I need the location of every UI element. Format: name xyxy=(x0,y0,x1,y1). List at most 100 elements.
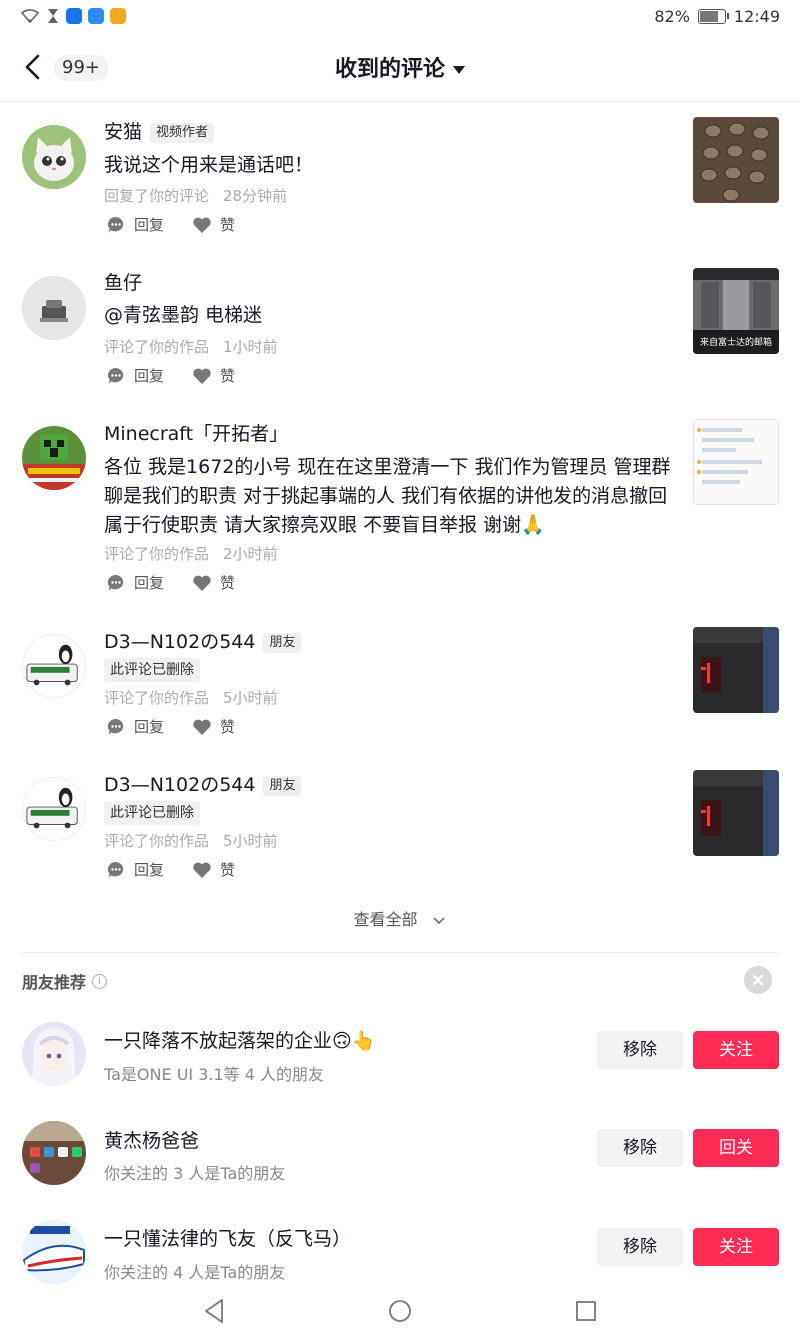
avatar[interactable] xyxy=(22,1220,86,1284)
device-avatar-icon xyxy=(22,276,86,340)
comment-time: 1小时前 xyxy=(223,338,278,356)
commenter-name[interactable]: 鱼仔 xyxy=(104,270,142,296)
nav-home-button[interactable] xyxy=(370,1290,430,1333)
video-thumbnail[interactable] xyxy=(693,770,779,856)
recommend-name[interactable]: 一只懂法律的飞友（反飞马） xyxy=(104,1224,351,1251)
recommend-name[interactable]: 一只降落不放起落架的企业🙃👆 xyxy=(104,1026,375,1053)
hourglass-icon xyxy=(48,9,58,23)
comment-time: 5小时前 xyxy=(223,832,278,850)
like-button[interactable]: 赞 xyxy=(192,716,235,737)
follow-back-button[interactable]: 回关 xyxy=(693,1129,779,1167)
recommend-header: 朋友推荐 i xyxy=(22,969,108,993)
title-dropdown[interactable]: 收到的评论 xyxy=(0,51,800,83)
remove-button[interactable]: 移除 xyxy=(597,1031,683,1069)
avatar[interactable] xyxy=(22,125,86,189)
comment-actions: 回复 赞 xyxy=(106,716,263,737)
commenter-name[interactable]: Minecraft「开拓者」 xyxy=(104,421,288,447)
nav-recents-button[interactable] xyxy=(556,1290,616,1333)
close-icon xyxy=(752,974,764,986)
chat-bubble-icon xyxy=(107,574,124,590)
floor-display-image xyxy=(693,627,779,713)
avatar[interactable] xyxy=(22,276,86,340)
commenter-name-text: Minecraft「开拓者」 xyxy=(104,423,289,445)
wifi-icon xyxy=(20,9,40,24)
reply-button[interactable]: 回复 xyxy=(106,365,164,386)
friend-tag: 朋友 xyxy=(263,633,302,653)
like-button[interactable]: 赞 xyxy=(192,365,235,386)
recommend-mutual: 你关注的 3 人是Ta的朋友 xyxy=(104,1164,286,1183)
game-app-icon xyxy=(110,8,126,24)
reply-button[interactable]: 回复 xyxy=(106,214,164,235)
avatar[interactable] xyxy=(22,634,86,698)
info-icon[interactable]: i xyxy=(92,973,108,989)
comment-meta: 评论了你的作品 1小时前 xyxy=(104,336,278,357)
thumbnail-caption: 来自富士达的邮箱 xyxy=(699,338,772,348)
app-notification-icon xyxy=(66,8,82,24)
caret-down-icon xyxy=(453,66,465,74)
anime-girl-avatar-icon xyxy=(22,1022,86,1086)
search-app-icon xyxy=(88,8,104,24)
like-label: 赞 xyxy=(220,574,236,592)
header: 99+ 收到的评论 xyxy=(0,34,800,100)
avatar[interactable] xyxy=(22,1022,86,1086)
like-button[interactable]: 赞 xyxy=(192,859,235,880)
follow-button[interactable]: 关注 xyxy=(693,1228,779,1266)
video-thumbnail[interactable] xyxy=(693,117,779,203)
homescreen-avatar-icon xyxy=(22,1121,86,1185)
comment-actions: 回复 赞 xyxy=(106,214,263,235)
like-label: 赞 xyxy=(220,861,236,879)
minecraft-avatar-icon xyxy=(22,426,86,490)
battery-percent: 82% xyxy=(654,7,690,26)
commenter-name[interactable]: D3—N102の544 朋友 xyxy=(104,629,302,655)
friend-tag: 朋友 xyxy=(263,776,302,796)
video-thumbnail[interactable]: 来自富士达的邮箱 xyxy=(693,268,779,354)
system-nav-bar xyxy=(0,1290,800,1333)
recommend-name[interactable]: 黄杰杨爸爸 xyxy=(104,1126,199,1153)
comment-actions: 回复 赞 xyxy=(106,365,263,386)
comment-actions: 回复 赞 xyxy=(106,859,263,880)
close-recommend-button[interactable] xyxy=(744,966,772,994)
reply-button[interactable]: 回复 xyxy=(106,716,164,737)
square-recents-icon xyxy=(576,1301,596,1321)
avatar[interactable] xyxy=(22,1121,86,1185)
comment-meta: 评论了你的作品 5小时前 xyxy=(104,687,278,708)
reply-label: 回复 xyxy=(134,216,165,234)
nav-back-button[interactable] xyxy=(184,1290,244,1333)
commenter-name-text: 鱼仔 xyxy=(104,272,143,294)
chat-bubble-icon xyxy=(107,861,124,877)
avatar[interactable] xyxy=(22,426,86,490)
reply-button[interactable]: 回复 xyxy=(106,572,164,593)
reply-label: 回复 xyxy=(134,861,165,879)
heart-icon xyxy=(193,719,211,735)
comment-text: 我说这个用来是通话吧！ xyxy=(104,154,314,176)
comment-meta: 回复了你的评论 28分钟前 xyxy=(104,185,287,206)
remove-button[interactable]: 移除 xyxy=(597,1129,683,1167)
see-all-button[interactable]: 查看全部 xyxy=(0,906,800,930)
commenter-name[interactable]: D3—N102の544 朋友 xyxy=(104,772,302,798)
comment-action-desc: 回复了你的评论 xyxy=(104,187,210,205)
video-thumbnail[interactable] xyxy=(693,627,779,713)
comment-action-desc: 评论了你的作品 xyxy=(104,832,210,850)
heart-icon xyxy=(193,575,211,591)
like-button[interactable]: 赞 xyxy=(192,572,235,593)
remove-button[interactable]: 移除 xyxy=(597,1228,683,1266)
reply-button[interactable]: 回复 xyxy=(106,859,164,880)
avatar[interactable] xyxy=(22,777,86,841)
comment-meta: 评论了你的作品 5小时前 xyxy=(104,830,278,851)
reply-label: 回复 xyxy=(134,574,165,592)
status-bar: 82% 12:49 xyxy=(0,0,800,34)
like-label: 赞 xyxy=(220,216,236,234)
circle-home-icon xyxy=(389,1300,411,1322)
page-title: 收到的评论 xyxy=(334,57,445,82)
follow-button[interactable]: 关注 xyxy=(693,1031,779,1069)
like-label: 赞 xyxy=(220,367,236,385)
deleted-comment-chip: 此评论已删除 xyxy=(104,658,200,682)
chat-bubble-icon xyxy=(107,367,124,383)
commenter-name-text: 安猫 xyxy=(104,121,143,143)
comment-time: 28分钟前 xyxy=(223,187,288,205)
airplane-avatar-icon xyxy=(22,1220,86,1284)
video-thumbnail[interactable] xyxy=(693,419,779,505)
comment-text: @青弦墨韵 电梯迷 xyxy=(104,304,263,326)
like-button[interactable]: 赞 xyxy=(192,214,235,235)
commenter-name[interactable]: 安猫 视频作者 xyxy=(104,119,215,145)
